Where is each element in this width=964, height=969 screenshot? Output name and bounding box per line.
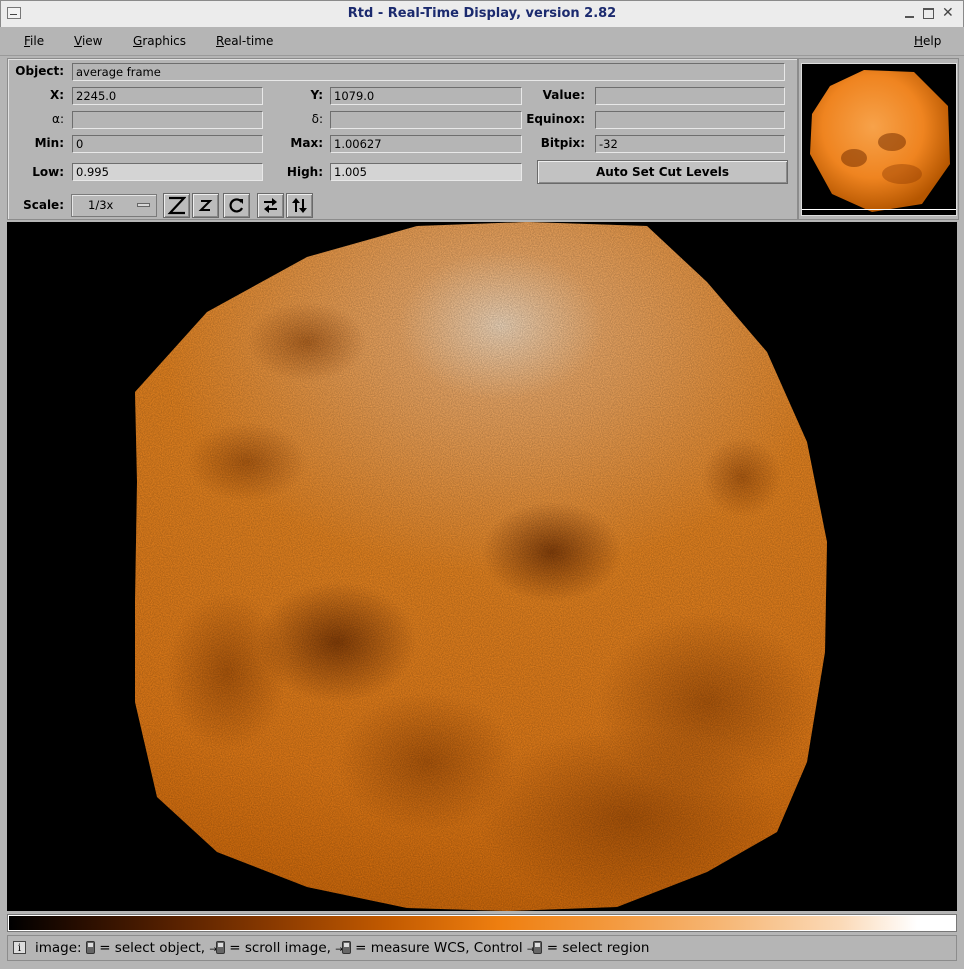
menu-graphics[interactable]: Graphics xyxy=(133,34,186,48)
value-field xyxy=(595,87,785,105)
mouse-drag-icon xyxy=(533,941,543,954)
title-bar: Rtd - Real-Time Display, version 2.82 ✕ xyxy=(0,0,964,28)
flip-x-icon xyxy=(264,198,277,213)
pan-thumbnail[interactable] xyxy=(801,63,957,216)
scale-value: 1/3x xyxy=(88,198,114,212)
delta-field xyxy=(330,111,522,129)
minimize-icon[interactable] xyxy=(904,8,915,19)
scale-menu[interactable]: 1/3x xyxy=(71,194,157,217)
auto-set-cut-levels-button[interactable]: Auto Set Cut Levels xyxy=(537,160,788,184)
menu-file[interactable]: File xyxy=(24,34,44,48)
alpha-label: α: xyxy=(52,112,64,126)
colorbar[interactable] xyxy=(7,914,957,932)
alpha-field xyxy=(72,111,263,129)
bitpix-label: Bitpix: xyxy=(540,136,585,150)
info-icon: i xyxy=(13,941,26,954)
menu-view[interactable]: View xyxy=(74,34,102,48)
maximize-icon[interactable] xyxy=(923,8,934,19)
max-label: Max: xyxy=(290,136,323,150)
min-label: Min: xyxy=(34,136,64,150)
thumbnail-image xyxy=(802,70,956,212)
info-panel: Object: average frame X: 2245.0 Y: 1079.… xyxy=(7,58,798,220)
status-text: image: = select object, → = scroll image… xyxy=(35,940,650,956)
status-bar: i image: = select object, → = scroll ima… xyxy=(7,935,957,961)
x-field: 2245.0 xyxy=(72,87,263,105)
close-icon[interactable]: ✕ xyxy=(942,6,954,20)
rotate-icon xyxy=(229,198,243,213)
min-field: 0 xyxy=(72,135,263,153)
flip-y-icon xyxy=(292,198,307,213)
x-label: X: xyxy=(49,88,64,102)
object-label: Object: xyxy=(15,64,64,78)
colorbar-gradient xyxy=(9,916,955,930)
window-title: Rtd - Real-Time Display, version 2.82 xyxy=(347,6,617,21)
menu-real-time[interactable]: Real-time xyxy=(216,34,273,48)
low-input[interactable]: 0.995 xyxy=(72,163,263,181)
max-field: 1.00627 xyxy=(330,135,522,153)
equinox-field xyxy=(595,111,785,129)
rotate-button[interactable] xyxy=(223,193,250,218)
bitpix-field: -32 xyxy=(595,135,785,153)
menu-indicator-icon xyxy=(137,203,150,207)
low-label: Low: xyxy=(32,165,64,179)
zoom-out-button[interactable] xyxy=(192,193,219,218)
high-label: High: xyxy=(286,165,323,179)
mouse-drag-icon xyxy=(215,941,225,954)
zoom-in-icon xyxy=(167,196,186,215)
menu-help[interactable]: Help xyxy=(914,34,941,48)
image-display[interactable] xyxy=(7,222,957,911)
flip-y-button[interactable] xyxy=(286,193,313,218)
zoom-out-icon xyxy=(198,200,213,211)
mouse-button-icon xyxy=(85,941,95,954)
mouse-drag-icon xyxy=(341,941,351,954)
object-field: average frame xyxy=(72,63,785,81)
scale-label: Scale: xyxy=(23,198,64,212)
pan-window[interactable] xyxy=(798,58,959,220)
zoom-in-button[interactable] xyxy=(163,193,190,218)
equinox-label: Equinox: xyxy=(526,112,585,126)
flip-x-button[interactable] xyxy=(257,193,284,218)
y-label: Y: xyxy=(310,88,323,102)
menu-bar: File View Graphics Real-time Help xyxy=(0,27,964,56)
image-canvas xyxy=(7,222,957,911)
value-label: Value: xyxy=(542,88,585,102)
high-input[interactable]: 1.005 xyxy=(330,163,522,181)
y-field: 1079.0 xyxy=(330,87,522,105)
delta-label: δ: xyxy=(311,112,323,126)
